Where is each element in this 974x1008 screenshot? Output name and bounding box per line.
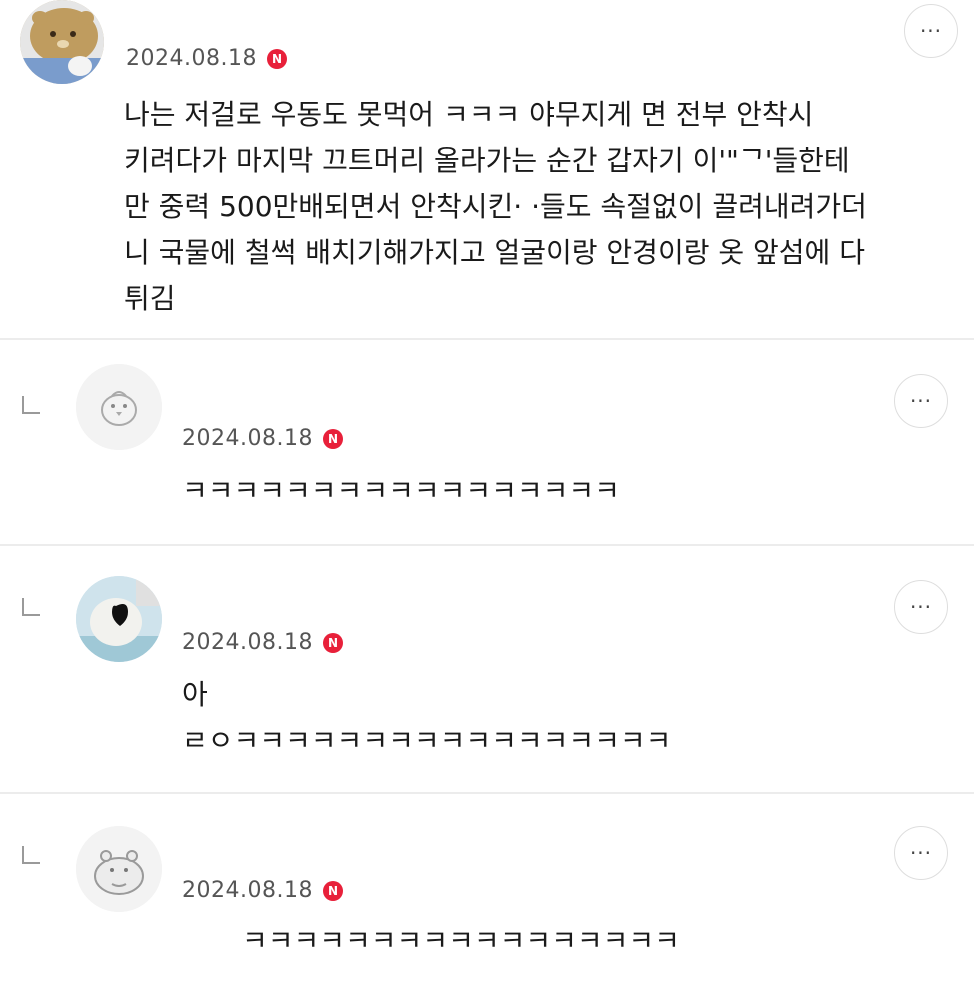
chick-avatar-icon (76, 364, 162, 450)
comment-body: 아 ㄹㅇㅋㅋㅋㅋㅋㅋㅋㅋㅋㅋㅋㅋㅋㅋㅋㅋㅋ (182, 672, 942, 764)
comment-date: 2024.08.18 (182, 630, 313, 655)
dog-avatar-icon (76, 576, 162, 662)
comment-line: ㅋㅋㅋㅋㅋㅋㅋㅋㅋㅋㅋㅋㅋㅋㅋㅋㅋ (182, 474, 620, 507)
reply-indicator-icon (22, 846, 40, 864)
comment-body: ㅋㅋㅋㅋㅋㅋㅋㅋㅋㅋㅋㅋㅋㅋㅋㅋㅋ (242, 918, 942, 964)
new-badge: N (322, 632, 343, 653)
more-icon: ··· (909, 841, 933, 865)
reply-indicator-icon (22, 598, 40, 616)
comment-meta: 2024.08.18 N (126, 46, 287, 71)
comment-line: ㄹㅇㅋㅋㅋㅋㅋㅋㅋㅋㅋㅋㅋㅋㅋㅋㅋㅋㅋ (182, 724, 672, 757)
new-badge: N (322, 880, 343, 901)
comment-body: ㅋㅋㅋㅋㅋㅋㅋㅋㅋㅋㅋㅋㅋㅋㅋㅋㅋ (182, 468, 942, 514)
avatar[interactable] (76, 364, 162, 450)
comment-meta: 2024.08.18 N (182, 878, 343, 903)
comment-line: 아 (182, 678, 208, 711)
avatar[interactable] (76, 576, 162, 662)
comment-list: 2024.08.18 N ··· 나는 저걸로 우동도 못먹어 ㅋㅋㅋ 야무지게… (0, 0, 974, 1008)
comment-body: 나는 저걸로 우동도 못먹어 ㅋㅋㅋ 야무지게 면 전부 안착시 키려다가 마지… (124, 92, 964, 322)
comment-meta: 2024.08.18 N (182, 426, 343, 451)
divider (0, 792, 974, 794)
divider (0, 544, 974, 546)
reply-indicator-icon (22, 396, 40, 414)
bear-avatar-icon (20, 0, 104, 84)
comment-line: ㅋㅋㅋㅋㅋㅋㅋㅋㅋㅋㅋㅋㅋㅋㅋㅋㅋ (242, 924, 680, 957)
divider (0, 338, 974, 340)
avatar[interactable] (76, 826, 162, 912)
comment-date: 2024.08.18 (182, 426, 313, 451)
more-options-button[interactable]: ··· (894, 374, 948, 428)
more-icon: ··· (909, 595, 933, 619)
comment-line: 키려다가 마지막 끄트머리 올라가는 순간 갑자기 이'"ᄀ'들한테 (124, 144, 850, 177)
avatar[interactable] (20, 0, 104, 84)
comment-date: 2024.08.18 (182, 878, 313, 903)
comment-line: 튀김 (124, 282, 176, 315)
more-options-button[interactable]: ··· (894, 580, 948, 634)
comment-line: 나는 저걸로 우동도 못먹어 ㅋㅋㅋ 야무지게 면 전부 안착시 (124, 98, 814, 131)
comment-meta: 2024.08.18 N (182, 630, 343, 655)
more-icon: ··· (909, 389, 933, 413)
hippo-avatar-icon (76, 826, 162, 912)
more-options-button[interactable]: ··· (904, 4, 958, 58)
more-icon: ··· (919, 19, 943, 43)
comment-line: 니 국물에 철썩 배치기해가지고 얼굴이랑 안경이랑 옷 앞섬에 다 (124, 236, 865, 269)
more-options-button[interactable]: ··· (894, 826, 948, 880)
comment-date: 2024.08.18 (126, 46, 257, 71)
new-badge: N (322, 428, 343, 449)
new-badge: N (266, 48, 287, 69)
comment-line: 만 중력 500만배되면서 안착시킨· ·들도 속절없이 끌려내려가더 (124, 190, 867, 223)
